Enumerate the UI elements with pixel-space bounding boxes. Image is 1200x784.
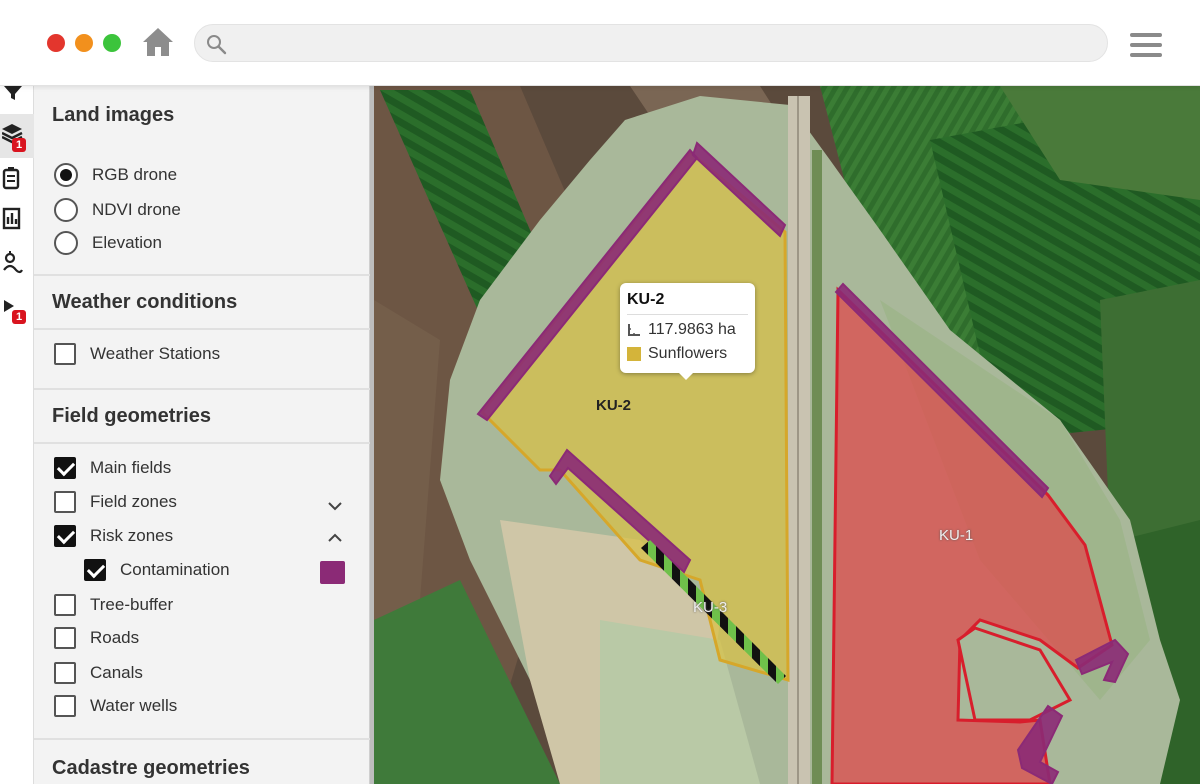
checkbox-label: Weather Stations (90, 344, 221, 363)
checkbox-roads[interactable]: Roads (54, 626, 139, 650)
checkbox-label: Canals (90, 663, 143, 682)
checkbox-canals[interactable]: Canals (54, 661, 143, 685)
checkbox[interactable] (54, 343, 76, 365)
checkbox-water-wells[interactable]: Water wells (54, 694, 177, 718)
close-window-button[interactable] (47, 34, 65, 52)
checkbox-label: Roads (90, 628, 140, 647)
map-view[interactable]: KU-2 KU-1 KU-3 (374, 86, 1200, 784)
popup-crop-row: Sunflowers (627, 345, 748, 363)
checkbox[interactable] (54, 662, 76, 684)
radio-ndvi-drone[interactable]: NDVI drone (54, 198, 181, 222)
radio-elevation[interactable]: Elevation (54, 231, 162, 255)
radio-label: Elevation (92, 233, 162, 252)
divider (34, 388, 370, 390)
icon-rail: 1 1 (0, 86, 34, 784)
radio-button[interactable] (54, 198, 78, 222)
checkbox-label: Main fields (90, 458, 172, 477)
minimize-window-button[interactable] (75, 34, 93, 52)
tree-line (812, 150, 822, 784)
checkbox-label: Field zones (90, 492, 177, 511)
weather-icon[interactable] (2, 250, 28, 276)
checkbox-label: Risk zones (90, 526, 174, 545)
divider (34, 738, 370, 740)
map-canvas[interactable] (374, 86, 1200, 784)
checkbox-label: Contamination (120, 560, 230, 579)
checkbox-main-fields[interactable]: Main fields (54, 456, 171, 480)
search-icon (207, 35, 227, 55)
map-label-ku-1: KU-1 (939, 527, 974, 544)
field-info-popup: KU-2 117.9863 ha Sunflowers (620, 283, 755, 380)
crop-color-swatch (627, 347, 641, 361)
hamburger-menu-icon[interactable] (1128, 30, 1164, 60)
popup-crop: Sunflowers (648, 345, 728, 362)
popup-area: 117.9863 ha (648, 321, 736, 338)
radio-label: NDVI drone (92, 200, 181, 219)
notes-icon[interactable] (2, 166, 28, 192)
checkbox[interactable] (54, 627, 76, 649)
home-icon[interactable] (141, 25, 175, 59)
checkbox[interactable] (54, 525, 76, 547)
checkbox-field-zones[interactable]: Field zones (54, 490, 177, 514)
radio-rgb-drone[interactable]: RGB drone (54, 163, 177, 187)
map-label-ku-2: KU-2 (596, 397, 632, 414)
checkbox[interactable] (54, 457, 76, 479)
checkbox-weather-stations[interactable]: Weather Stations (54, 342, 220, 366)
tools-badge: 1 (12, 310, 26, 324)
checkbox-label: Tree-buffer (90, 595, 174, 614)
contamination-color-swatch[interactable] (320, 561, 345, 584)
map-label-ku-3: KU-3 (693, 599, 728, 616)
checkbox-tree-buffer[interactable]: Tree-buffer (54, 593, 173, 617)
cadastre-geometries-title: Cadastre geometries (52, 757, 250, 779)
checkbox[interactable] (84, 559, 106, 581)
checkbox[interactable] (54, 695, 76, 717)
weather-conditions-title: Weather conditions (52, 291, 238, 313)
checkbox-label: Water wells (90, 696, 178, 715)
layers-badge: 1 (12, 138, 26, 152)
radio-button[interactable] (54, 231, 78, 255)
address-bar[interactable] (194, 24, 1108, 62)
popup-area-row: 117.9863 ha (627, 321, 748, 339)
radio-label: RGB drone (92, 165, 178, 184)
radio-button[interactable] (54, 163, 78, 187)
checkbox-contamination[interactable]: Contamination (84, 558, 230, 582)
area-icon (628, 324, 640, 336)
maximize-window-button[interactable] (103, 34, 121, 52)
land-images-title: Land images (52, 104, 175, 126)
divider (34, 274, 370, 276)
divider (34, 442, 370, 444)
divider (34, 328, 370, 330)
field-geometries-title: Field geometries (52, 405, 211, 427)
checkbox-risk-zones[interactable]: Risk zones (54, 524, 173, 548)
chevron-up-icon[interactable] (325, 528, 345, 548)
report-icon[interactable] (2, 206, 28, 232)
chevron-down-icon[interactable] (325, 496, 345, 516)
layers-panel: Land images RGB drone NDVI drone Elevati… (34, 86, 370, 784)
checkbox[interactable] (54, 594, 76, 616)
checkbox[interactable] (54, 491, 76, 513)
browser-toolbar (0, 0, 1200, 86)
popup-title: KU-2 (627, 291, 748, 315)
